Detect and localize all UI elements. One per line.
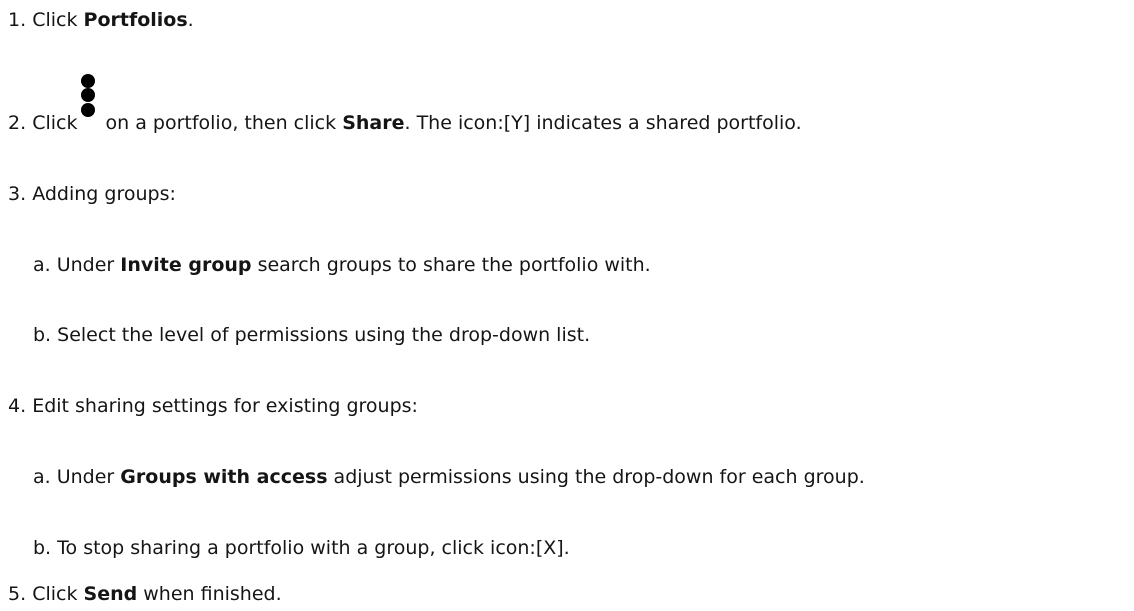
step-text: . bbox=[187, 9, 194, 31]
send-label: Send bbox=[83, 583, 138, 605]
step-2: 2. Click on a portfolio, then click Shar… bbox=[8, 74, 802, 135]
substep-letter: a. bbox=[33, 466, 51, 488]
step-text: on a portfolio, then click bbox=[99, 112, 343, 134]
step-text: To stop sharing a portfolio with a group… bbox=[57, 537, 570, 559]
step-1: 1. Click Portfolios. bbox=[8, 8, 194, 32]
substep-letter: b. bbox=[33, 324, 52, 346]
substep-letter: b. bbox=[33, 537, 52, 559]
step-3: 3. Adding groups: bbox=[8, 182, 176, 206]
step-4a: a. Under Groups with access adjust permi… bbox=[33, 465, 865, 489]
step-number: 5. bbox=[8, 583, 27, 605]
substep-letter: a. bbox=[33, 254, 51, 276]
groups-with-access-label: Groups with access bbox=[120, 466, 328, 488]
step-text: Click bbox=[32, 9, 84, 31]
step-text: Edit sharing settings for existing group… bbox=[32, 395, 418, 417]
step-5: 5. Click Send when finished. bbox=[8, 582, 282, 606]
step-text: Select the level of permissions using th… bbox=[57, 324, 591, 346]
step-4: 4. Edit sharing settings for existing gr… bbox=[8, 394, 418, 418]
step-text: search groups to share the portfolio wit… bbox=[251, 254, 651, 276]
kebab-menu-icon bbox=[81, 74, 96, 135]
step-text: Under bbox=[56, 466, 121, 488]
step-text: . The icon:[Y] indicates a shared portfo… bbox=[404, 112, 802, 134]
step-text: when finished. bbox=[137, 583, 282, 605]
invite-group-label: Invite group bbox=[120, 254, 252, 276]
step-text: Under bbox=[56, 254, 121, 276]
step-text: Click bbox=[32, 112, 78, 134]
step-3b: b. Select the level of permissions using… bbox=[33, 323, 590, 347]
step-number: 2. bbox=[8, 112, 27, 134]
step-number: 3. bbox=[8, 183, 27, 205]
step-text: Click bbox=[32, 583, 84, 605]
portfolios-label: Portfolios bbox=[83, 9, 188, 31]
step-3a: a. Under Invite group search groups to s… bbox=[33, 253, 651, 277]
step-text: adjust permissions using the drop-down f… bbox=[327, 466, 865, 488]
share-label: Share bbox=[342, 112, 405, 134]
step-text: Adding groups: bbox=[32, 183, 176, 205]
step-number: 4. bbox=[8, 395, 27, 417]
step-number: 1. bbox=[8, 9, 27, 31]
step-4b: b. To stop sharing a portfolio with a gr… bbox=[33, 536, 570, 560]
